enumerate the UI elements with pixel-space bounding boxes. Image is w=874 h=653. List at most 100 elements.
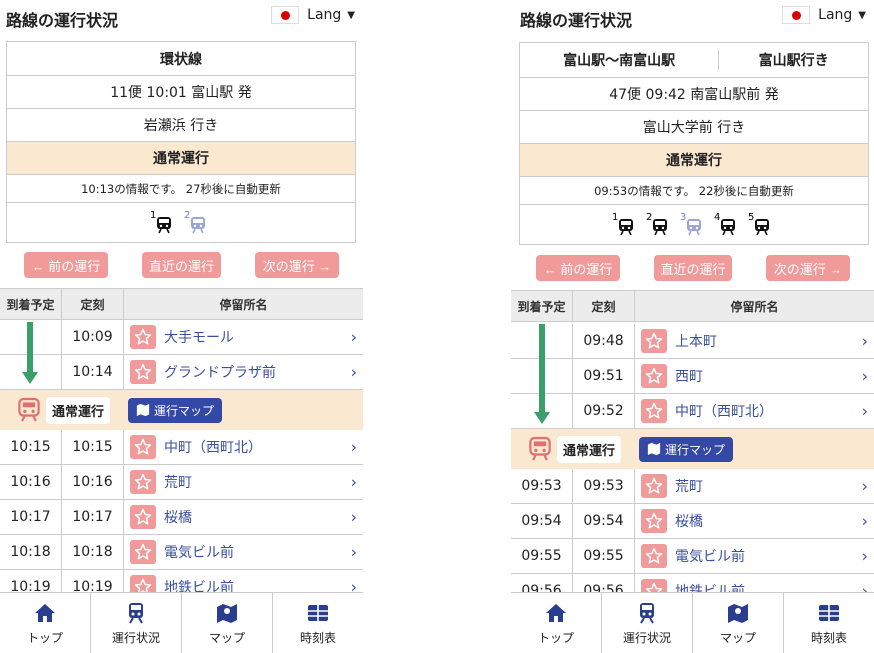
nav-status[interactable]: 運行状況 <box>91 593 182 653</box>
nav-top[interactable]: トップ <box>0 593 91 653</box>
trip-info: 11便 10:01 富山駅 発 <box>7 76 355 109</box>
nav-timetable[interactable]: 時刻表 <box>273 593 363 653</box>
map-icon <box>215 601 239 629</box>
table-row[interactable]: 09:53 09:53 荒町 › <box>511 469 874 504</box>
table-row[interactable]: 10:15 10:15 中町（西町北） › <box>0 430 363 465</box>
chevron-right-icon: › <box>861 476 868 496</box>
stop-cell[interactable]: 電気ビル前 › <box>124 535 363 569</box>
table-row[interactable]: 09:52 中町（西町北） › <box>511 394 874 429</box>
eta-cell: 10:18 <box>0 535 62 569</box>
stop-cell[interactable]: 大手モール › <box>124 320 363 354</box>
stop-name: 電気ビル前 <box>675 549 745 565</box>
star-icon[interactable] <box>130 435 156 459</box>
col-scheduled: 定刻 <box>62 289 124 319</box>
stop-name: 中町（西町北） <box>164 440 262 456</box>
train-icon <box>18 397 40 423</box>
eta-cell: 09:54 <box>511 504 573 538</box>
prev-trip-button[interactable]: ← 前の運行 <box>536 255 620 281</box>
table-row[interactable]: 09:55 09:55 電気ビル前 › <box>511 539 874 574</box>
table-row[interactable]: 10:17 10:17 桜橋 › <box>0 500 363 535</box>
star-icon[interactable] <box>641 544 667 568</box>
star-icon[interactable] <box>130 325 156 349</box>
train-icon: 5 <box>748 212 770 236</box>
star-icon[interactable] <box>130 470 156 494</box>
train-icon: 2 <box>646 212 668 236</box>
table-row[interactable]: 09:51 西町 › <box>511 359 874 394</box>
recent-trip-button[interactable]: 直近の運行 <box>142 252 221 278</box>
eta-cell: 09:53 <box>511 469 573 503</box>
table-row[interactable]: 10:14 グランドプラザ前 › <box>0 355 363 390</box>
stop-cell[interactable]: 中町（西町北） › <box>124 430 363 464</box>
stop-cell[interactable]: グランドプラザ前 › <box>124 355 363 389</box>
stop-cell[interactable]: 桜橋 › <box>635 504 874 538</box>
update-info: 10:13の情報です。 27秒後に自動更新 <box>7 175 355 203</box>
stop-cell[interactable]: 西町 › <box>635 359 874 393</box>
star-icon[interactable] <box>130 360 156 384</box>
star-icon[interactable] <box>641 474 667 498</box>
destination: 富山大学前 行き <box>520 111 868 144</box>
train-number: 2 <box>184 209 191 221</box>
stop-cell[interactable]: 桜橋 › <box>124 500 363 534</box>
nav-status[interactable]: 運行状況 <box>602 593 693 653</box>
header: 路線の運行状況 Lang ▼ <box>511 0 874 36</box>
train-number: 4 <box>714 211 721 223</box>
nav-label: トップ <box>26 630 63 645</box>
timetable-icon <box>817 601 841 629</box>
scheduled-cell: 09:52 <box>573 394 635 428</box>
status-pill: 通常運行 <box>46 396 111 424</box>
recent-trip-button[interactable]: 直近の運行 <box>654 255 732 281</box>
stop-cell[interactable]: 上本町 › <box>635 324 874 358</box>
route-map-button[interactable]: 運行マップ <box>128 397 223 423</box>
next-trip-button[interactable]: 次の運行 → <box>255 252 339 278</box>
table-row[interactable]: 10:09 大手モール › <box>0 320 363 355</box>
trip-info: 47便 09:42 南富山駅前 発 <box>520 78 868 111</box>
chevron-right-icon: › <box>350 327 357 347</box>
destination: 岩瀬浜 行き <box>7 109 355 142</box>
table-row[interactable]: 09:48 上本町 › <box>511 324 874 359</box>
route-destination: 富山駅行き <box>718 50 868 70</box>
star-icon[interactable] <box>130 540 156 564</box>
eta-cell: 09:55 <box>511 539 573 573</box>
scheduled-cell: 10:17 <box>62 500 124 534</box>
chevron-right-icon: › <box>861 546 868 566</box>
table-header: 到着予定 定刻 停留所名 <box>511 290 874 322</box>
stop-cell[interactable]: 荒町 › <box>635 469 874 503</box>
nav-label: 時刻表 <box>810 630 847 645</box>
status-banner: 通常運行 運行マップ <box>0 390 363 430</box>
table-row[interactable]: 09:54 09:54 桜橋 › <box>511 504 874 539</box>
nav-map[interactable]: マップ <box>182 593 273 653</box>
route-map-button[interactable]: 運行マップ <box>639 436 734 462</box>
train-number: 3 <box>680 211 687 223</box>
train-icon: 1 <box>612 212 634 236</box>
route-name: 富山駅〜南富山駅 <box>563 53 676 69</box>
table-row[interactable]: 10:18 10:18 電気ビル前 › <box>0 535 363 570</box>
star-icon[interactable] <box>130 505 156 529</box>
left-panel: 路線の運行状況 Lang ▼ 環状線 11便 10:01 富山駅 発 岩瀬浜 行… <box>0 0 363 653</box>
next-trip-button[interactable]: 次の運行 → <box>766 255 850 281</box>
table-row[interactable]: 10:16 10:16 荒町 › <box>0 465 363 500</box>
chevron-right-icon: › <box>861 511 868 531</box>
stop-name: 西町 <box>675 369 703 385</box>
scheduled-cell: 10:09 <box>62 320 124 354</box>
language-selector[interactable]: Lang ▼ <box>271 6 355 24</box>
train-icon: 1 <box>150 210 172 234</box>
stop-cell[interactable]: 荒町 › <box>124 465 363 499</box>
prev-trip-button[interactable]: ← 前の運行 <box>24 252 108 278</box>
nav-label: 時刻表 <box>299 630 336 645</box>
nav-timetable[interactable]: 時刻表 <box>784 593 874 653</box>
stop-cell[interactable]: 電気ビル前 › <box>635 539 874 573</box>
star-icon[interactable] <box>641 509 667 533</box>
header: 路線の運行状況 Lang ▼ <box>0 0 363 36</box>
progress-arrow <box>539 324 545 414</box>
nav-map[interactable]: マップ <box>693 593 784 653</box>
train-status-icon <box>124 601 148 629</box>
nav-top[interactable]: トップ <box>511 593 602 653</box>
star-icon[interactable] <box>641 399 667 423</box>
stop-cell[interactable]: 中町（西町北） › <box>635 394 874 428</box>
star-icon[interactable] <box>641 329 667 353</box>
scheduled-cell: 09:53 <box>573 469 635 503</box>
star-icon[interactable] <box>641 364 667 388</box>
chevron-right-icon: › <box>350 472 357 492</box>
language-selector[interactable]: Lang ▼ <box>782 6 866 24</box>
caret-down-icon: ▼ <box>858 9 866 21</box>
